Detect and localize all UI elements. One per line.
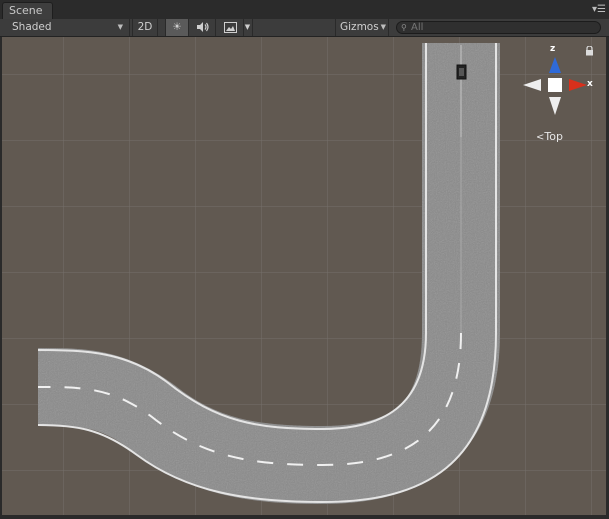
audio-toggle-button[interactable]: [190, 19, 216, 36]
search-input[interactable]: [411, 22, 591, 33]
sun-icon: ☀: [172, 21, 182, 33]
search-icon: ⚲: [401, 23, 407, 32]
lighting-toggle-button[interactable]: ☀: [165, 19, 189, 36]
draw-mode-dropdown[interactable]: Shaded ▼: [6, 19, 130, 36]
tab-bar: Scene ▾☰: [0, 0, 609, 19]
dropdown-arrow-icon: ▼: [380, 23, 386, 31]
view-label-top[interactable]: <Top: [536, 130, 563, 143]
gizmo-x-label: x: [587, 79, 593, 89]
window-bottom-border: [0, 515, 609, 519]
draw-mode-label: Shaded: [12, 21, 52, 33]
gizmo-center-cube: [548, 78, 562, 92]
gizmos-dropdown[interactable]: Gizmos ▼: [335, 19, 389, 36]
tab-scene[interactable]: Scene: [2, 2, 53, 19]
gizmo-z-label: z: [550, 44, 556, 54]
menu-lines-icon[interactable]: ▾☰: [592, 4, 606, 16]
scene-viewport[interactable]: z x <Top: [2, 37, 606, 515]
speaker-icon: [196, 21, 210, 33]
dropdown-arrow-icon: ▼: [117, 23, 123, 31]
2d-toggle-button[interactable]: 2D: [132, 19, 158, 36]
scene-toolbar: Shaded ▼ 2D ☀ ▼ Gizmos ▼ ⚲: [0, 19, 609, 37]
image-icon: [224, 21, 237, 33]
view-label-text: Top: [544, 130, 563, 143]
lock-icon[interactable]: [585, 45, 594, 56]
gizmos-label: Gizmos: [340, 21, 379, 33]
search-field[interactable]: ⚲: [396, 21, 601, 34]
car-object-icon: [456, 64, 467, 80]
scene-canvas: [2, 37, 606, 515]
effects-toggle-button[interactable]: [218, 19, 244, 36]
effects-dropdown-arrow-icon[interactable]: ▼: [243, 19, 253, 36]
